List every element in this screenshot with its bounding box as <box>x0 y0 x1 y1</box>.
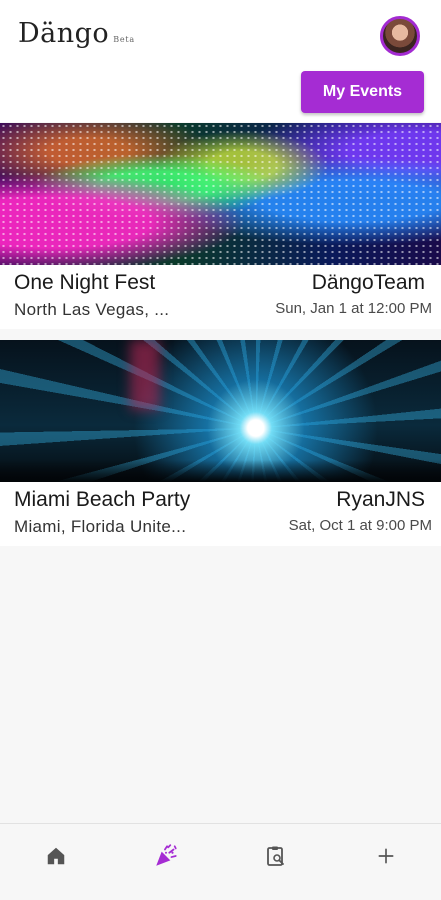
event-image[interactable] <box>0 123 441 265</box>
clipboard-search-icon <box>267 846 284 866</box>
my-events-button[interactable]: My Events <box>301 71 424 113</box>
event-datetime: Sat, Oct 1 at 9:00 PM <box>288 517 432 534</box>
event-host: DängoTeam <box>311 271 425 294</box>
nav-home-button[interactable] <box>42 842 70 870</box>
avatar[interactable] <box>380 16 420 56</box>
nav-events-button[interactable] <box>152 842 180 870</box>
event-image[interactable] <box>0 340 441 482</box>
event-card[interactable]: Miami Beach Party RyanJNS Miami, Florida… <box>0 340 441 546</box>
home-icon <box>47 847 65 865</box>
event-title: One Night Fest <box>14 271 156 294</box>
event-location: Miami, Florida Unite... <box>14 517 187 536</box>
plus-icon <box>378 848 394 864</box>
event-card[interactable]: One Night Fest DängoTeam North Las Vegas… <box>0 123 441 329</box>
party-popper-icon <box>156 844 177 866</box>
event-title: Miami Beach Party <box>14 488 191 511</box>
beta-badge: Beta <box>113 35 135 44</box>
app-logo-text: Dängo <box>18 18 110 49</box>
nav-add-button[interactable] <box>372 842 400 870</box>
bottom-navigation <box>0 823 441 900</box>
nav-search-button[interactable] <box>262 842 290 870</box>
event-host: RyanJNS <box>336 488 425 511</box>
event-datetime: Sun, Jan 1 at 12:00 PM <box>275 300 432 317</box>
app-logo: Dängo Beta <box>18 18 135 49</box>
event-location: North Las Vegas, ... <box>14 300 170 319</box>
app-header: Dängo Beta My Events <box>0 0 441 122</box>
